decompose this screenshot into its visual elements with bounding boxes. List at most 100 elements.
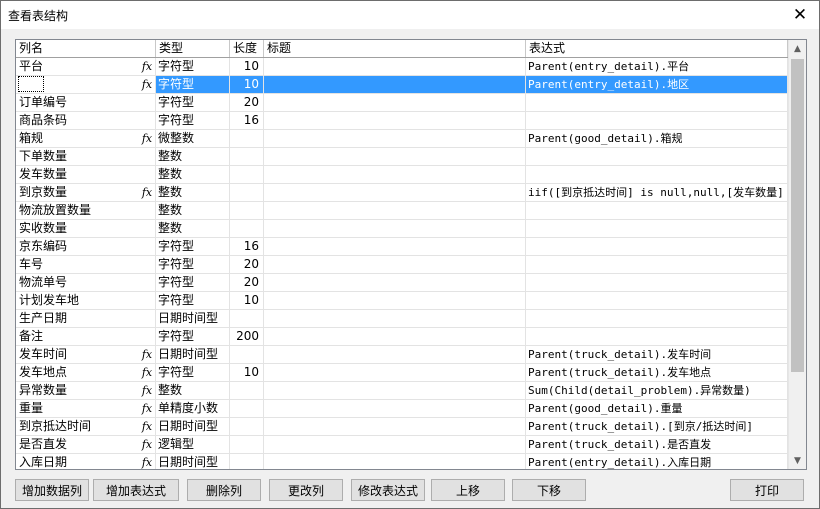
table-row[interactable]: 异常数量 fx 整数 Sum(Child(detail_problem).异常数量)	[16, 382, 788, 400]
cell-type[interactable]: 字符型	[156, 274, 230, 292]
cell-length[interactable]	[230, 130, 264, 148]
cell-title[interactable]	[264, 94, 526, 112]
cell-column-name[interactable]: 实收数量	[16, 220, 156, 238]
cell-expression[interactable]: iif([到京抵达时间] is null,null,[发车数量]	[526, 184, 788, 202]
cell-type[interactable]: 字符型	[156, 364, 230, 382]
cell-column-name[interactable]: 箱规	[16, 130, 156, 148]
header-column-title[interactable]: 标题	[264, 40, 526, 57]
cell-expression[interactable]	[526, 112, 788, 130]
cell-title[interactable]	[264, 346, 526, 364]
cell-length[interactable]	[230, 184, 264, 202]
cell-length[interactable]: 20	[230, 94, 264, 112]
cell-title[interactable]	[264, 202, 526, 220]
cell-type[interactable]: 日期时间型	[156, 346, 230, 364]
table-row[interactable]: 发车地点 fx 字符型 10 Parent(truck_detail).发车地点	[16, 364, 788, 382]
cell-expression[interactable]: Sum(Child(detail_problem).异常数量)	[526, 382, 788, 400]
cell-column-name[interactable]: 物流单号	[16, 274, 156, 292]
cell-title[interactable]	[264, 256, 526, 274]
cell-column-name[interactable]: 备注	[16, 328, 156, 346]
cell-expression[interactable]: Parent(good_detail).重量	[526, 400, 788, 418]
cell-title[interactable]	[264, 130, 526, 148]
cell-column-name[interactable]: 到京抵达时间	[16, 418, 156, 436]
table-row[interactable]: 生产日期 日期时间型	[16, 310, 788, 328]
cell-type[interactable]: 整数	[156, 166, 230, 184]
cell-type[interactable]: 微整数	[156, 130, 230, 148]
edit-expression-button[interactable]: 修改表达式	[351, 479, 425, 501]
cell-column-name[interactable]: 入库日期	[16, 454, 156, 469]
cell-type[interactable]: 单精度小数	[156, 400, 230, 418]
move-down-button[interactable]: 下移	[512, 479, 586, 501]
table-row[interactable]: 到京数量 fx 整数 iif([到京抵达时间] is null,null,[发车数量]	[16, 184, 788, 202]
table-row[interactable]: 箱规 fx 微整数 Parent(good_detail).箱规	[16, 130, 788, 148]
cell-length[interactable]	[230, 454, 264, 469]
cell-length[interactable]: 10	[230, 58, 264, 76]
cell-type[interactable]: 字符型	[156, 238, 230, 256]
cell-column-name[interactable]: 发车时间	[16, 346, 156, 364]
header-column-length[interactable]: 长度	[230, 40, 264, 57]
cell-title[interactable]	[264, 364, 526, 382]
cell-expression[interactable]: Parent(truck_detail).发车地点	[526, 364, 788, 382]
add-data-column-button[interactable]: 增加数据列	[15, 479, 89, 501]
cell-column-name[interactable]: 到京数量	[16, 184, 156, 202]
cell-title[interactable]	[264, 274, 526, 292]
cell-title[interactable]	[264, 220, 526, 238]
cell-title[interactable]	[264, 418, 526, 436]
table-row[interactable]: 入库日期 fx 日期时间型 Parent(entry_detail).入库日期	[16, 454, 788, 469]
cell-length[interactable]: 200	[230, 328, 264, 346]
cell-expression[interactable]	[526, 328, 788, 346]
print-button[interactable]: 打印	[730, 479, 804, 501]
cell-expression[interactable]	[526, 310, 788, 328]
cell-title[interactable]	[264, 292, 526, 310]
cell-column-name[interactable]: 生产日期	[16, 310, 156, 328]
table-row[interactable]: 商品条码 字符型 16	[16, 112, 788, 130]
cell-length[interactable]	[230, 346, 264, 364]
cell-expression[interactable]: Parent(truck_detail).是否直发	[526, 436, 788, 454]
cell-type[interactable]: 日期时间型	[156, 418, 230, 436]
cell-length[interactable]	[230, 166, 264, 184]
cell-title[interactable]	[264, 76, 526, 94]
cell-expression[interactable]: Parent(truck_detail).[到京/抵达时间]	[526, 418, 788, 436]
table-row[interactable]: 实收数量 整数	[16, 220, 788, 238]
cell-length[interactable]	[230, 400, 264, 418]
cell-column-name[interactable]: 是否直发	[16, 436, 156, 454]
cell-title[interactable]	[264, 328, 526, 346]
cell-expression[interactable]	[526, 148, 788, 166]
cell-type[interactable]: 整数	[156, 382, 230, 400]
cell-expression[interactable]: Parent(good_detail).箱规	[526, 130, 788, 148]
move-up-button[interactable]: 上移	[431, 479, 505, 501]
cell-type[interactable]: 字符型	[156, 328, 230, 346]
cell-length[interactable]	[230, 436, 264, 454]
table-row[interactable]: 京东编码 字符型 16	[16, 238, 788, 256]
cell-column-name[interactable]: 商品条码	[16, 112, 156, 130]
table-row[interactable]: 物流单号 字符型 20	[16, 274, 788, 292]
close-button[interactable]: ✕	[785, 2, 815, 28]
cell-expression[interactable]	[526, 202, 788, 220]
cell-expression[interactable]	[526, 274, 788, 292]
scroll-thumb[interactable]	[791, 59, 804, 372]
cell-type[interactable]: 字符型	[156, 292, 230, 310]
table-row[interactable]: 重量 fx 单精度小数 Parent(good_detail).重量	[16, 400, 788, 418]
vertical-scrollbar[interactable]: ▲ ▼	[788, 40, 806, 469]
edit-column-button[interactable]: 更改列	[269, 479, 343, 501]
cell-column-name[interactable]: 物流放置数量	[16, 202, 156, 220]
cell-title[interactable]	[264, 310, 526, 328]
cell-length[interactable]: 20	[230, 274, 264, 292]
cell-column-name[interactable]: 京东编码	[16, 238, 156, 256]
cell-title[interactable]	[264, 454, 526, 469]
cell-type[interactable]: 字符型	[156, 76, 230, 94]
table-row[interactable]: 备注 字符型 200	[16, 328, 788, 346]
add-expression-button[interactable]: 增加表达式	[93, 479, 179, 501]
cell-column-name[interactable]: 下单数量	[16, 148, 156, 166]
table-row[interactable]: 车号 字符型 20	[16, 256, 788, 274]
cell-expression[interactable]: Parent(entry_detail).平台	[526, 58, 788, 76]
cell-expression[interactable]	[526, 238, 788, 256]
table-row[interactable]: 到京抵达时间 fx 日期时间型 Parent(truck_detail).[到京/抵达…	[16, 418, 788, 436]
cell-type[interactable]: 整数	[156, 220, 230, 238]
cell-expression[interactable]	[526, 166, 788, 184]
header-column-type[interactable]: 类型	[156, 40, 230, 57]
cell-expression[interactable]	[526, 256, 788, 274]
cell-type[interactable]: 整数	[156, 148, 230, 166]
cell-length[interactable]: 10	[230, 364, 264, 382]
cell-length[interactable]: 16	[230, 112, 264, 130]
cell-title[interactable]	[264, 238, 526, 256]
